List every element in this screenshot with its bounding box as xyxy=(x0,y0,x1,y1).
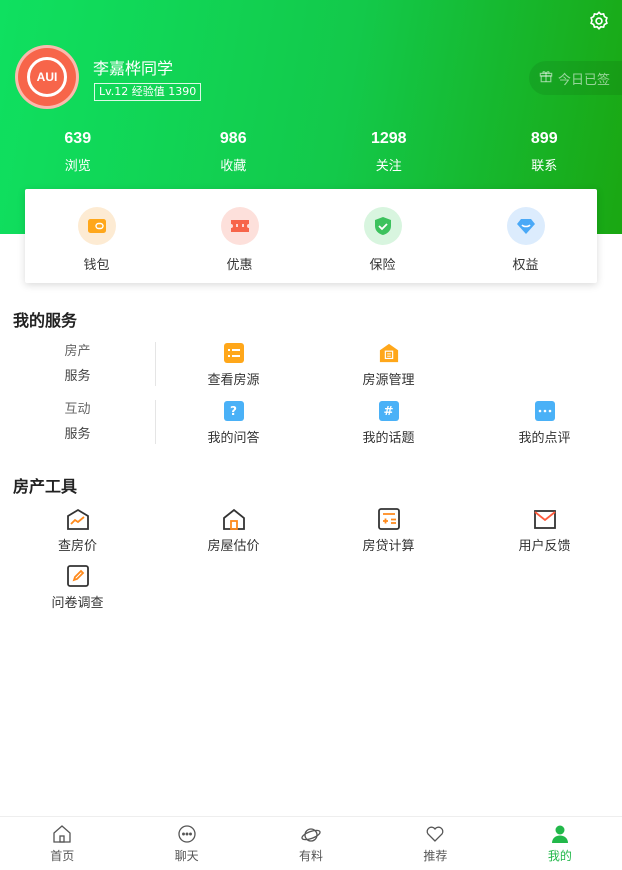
mortgage-calc-label: 房贷计算 xyxy=(362,539,415,554)
my-reviews-button[interactable]: 我的点评 xyxy=(467,401,622,446)
coupon-icon xyxy=(220,207,259,245)
tab-home[interactable]: 首页 xyxy=(0,817,124,870)
stat-value: 639 xyxy=(64,130,92,147)
user-name: 李嘉桦同学 xyxy=(93,59,174,78)
my-qa-button[interactable]: ? 我的问答 xyxy=(156,401,311,446)
manage-listings-button[interactable]: 房源管理 xyxy=(311,343,466,388)
tab-mine[interactable]: 我的 xyxy=(498,817,622,870)
checkin-button[interactable]: 今日已签 xyxy=(529,61,622,95)
category-line-1: 互动 xyxy=(64,402,91,417)
survey-button[interactable]: 问卷调查 xyxy=(0,564,155,611)
chat-icon xyxy=(177,824,197,844)
tab-label: 我的 xyxy=(547,849,572,863)
my-reviews-label: 我的点评 xyxy=(518,431,571,446)
stat-following[interactable]: 1298 关注 xyxy=(311,128,467,174)
my-topics-label: 我的话题 xyxy=(362,431,415,446)
planet-icon xyxy=(301,824,321,844)
manage-listings-label: 房源管理 xyxy=(362,373,415,388)
coupon-label: 优惠 xyxy=(226,258,253,273)
hashtag-icon: # xyxy=(378,401,399,421)
insurance-label: 保险 xyxy=(369,258,396,273)
wallet-label: 钱包 xyxy=(83,258,110,273)
feedback-button[interactable]: 用户反馈 xyxy=(467,507,622,554)
mail-icon xyxy=(533,507,557,531)
house-doc-icon xyxy=(379,343,399,363)
edit-icon xyxy=(66,564,90,588)
stat-label: 收藏 xyxy=(220,159,247,174)
question-icon: ? xyxy=(223,401,244,421)
survey-label: 问卷调查 xyxy=(51,596,104,611)
benefits-button[interactable]: 权益 xyxy=(454,189,597,283)
list-icon xyxy=(223,343,244,363)
heart-icon xyxy=(425,824,445,844)
services-title: 我的服务 xyxy=(13,311,78,330)
tab-label: 推荐 xyxy=(423,849,448,863)
stat-label: 浏览 xyxy=(64,159,91,174)
trend-chart-icon xyxy=(66,507,90,531)
gift-icon xyxy=(539,69,553,87)
check-price-label: 查房价 xyxy=(57,539,97,554)
bottom-tab-bar: 首页 聊天 有料 推荐 我的 xyxy=(0,816,622,870)
stat-favorites[interactable]: 986 收藏 xyxy=(156,128,312,174)
user-icon xyxy=(550,824,570,844)
diamond-icon xyxy=(506,207,545,245)
stat-label: 关注 xyxy=(375,159,402,174)
my-qa-label: 我的问答 xyxy=(207,431,260,446)
gear-icon[interactable] xyxy=(588,10,610,32)
calculator-icon xyxy=(377,507,401,531)
wallet-icon xyxy=(77,207,116,245)
view-listings-button[interactable]: 查看房源 xyxy=(156,343,311,388)
avatar[interactable]: AUI xyxy=(15,45,79,109)
stats-row: 639 浏览 986 收藏 1298 关注 899 联系 xyxy=(0,128,622,174)
service-row-property: 房产 服务 查看房源 房源管理 xyxy=(0,339,622,389)
quick-actions-card: 钱包 优惠 保险 权益 xyxy=(25,189,597,283)
stat-contacts[interactable]: 899 联系 xyxy=(467,128,622,174)
category-line-2: 服务 xyxy=(64,369,91,384)
wallet-button[interactable]: 钱包 xyxy=(25,189,168,283)
tab-recommend[interactable]: 推荐 xyxy=(373,817,497,870)
insurance-button[interactable]: 保险 xyxy=(311,189,454,283)
mortgage-calc-button[interactable]: 房贷计算 xyxy=(311,507,466,554)
avatar-logo-text: AUI xyxy=(27,57,67,97)
tab-label: 有料 xyxy=(299,849,324,863)
coupon-button[interactable]: 优惠 xyxy=(168,189,311,283)
tab-label: 聊天 xyxy=(174,849,199,863)
service-category: 房产 服务 xyxy=(0,339,155,389)
service-category: 互动 服务 xyxy=(0,397,155,447)
category-line-2: 服务 xyxy=(64,427,91,442)
house-icon xyxy=(222,507,246,531)
home-icon xyxy=(52,824,72,844)
stat-value: 899 xyxy=(530,130,558,147)
tools-title: 房产工具 xyxy=(13,477,78,496)
house-valuation-button[interactable]: 房屋估价 xyxy=(156,507,311,554)
service-row-interaction: 互动 服务 ? 我的问答 # 我的话题 我的点评 xyxy=(0,397,622,447)
house-valuation-label: 房屋估价 xyxy=(207,539,260,554)
my-topics-button[interactable]: # 我的话题 xyxy=(311,401,466,446)
category-line-1: 房产 xyxy=(64,344,91,359)
stat-value: 1298 xyxy=(370,130,407,147)
comment-icon xyxy=(534,401,555,421)
tab-chat[interactable]: 聊天 xyxy=(124,817,248,870)
feedback-label: 用户反馈 xyxy=(518,539,571,554)
stat-label: 联系 xyxy=(531,159,558,174)
shield-check-icon xyxy=(363,207,402,245)
view-listings-label: 查看房源 xyxy=(207,373,260,388)
stat-views[interactable]: 639 浏览 xyxy=(0,128,156,174)
tab-label: 首页 xyxy=(50,849,75,863)
checkin-label: 今日已签 xyxy=(558,72,611,88)
level-badge: Lv.12 经验值 1390 xyxy=(94,83,202,101)
check-price-button[interactable]: 查房价 xyxy=(0,507,155,554)
stat-value: 986 xyxy=(219,130,247,147)
benefits-label: 权益 xyxy=(512,258,539,273)
tab-discover[interactable]: 有料 xyxy=(249,817,373,870)
